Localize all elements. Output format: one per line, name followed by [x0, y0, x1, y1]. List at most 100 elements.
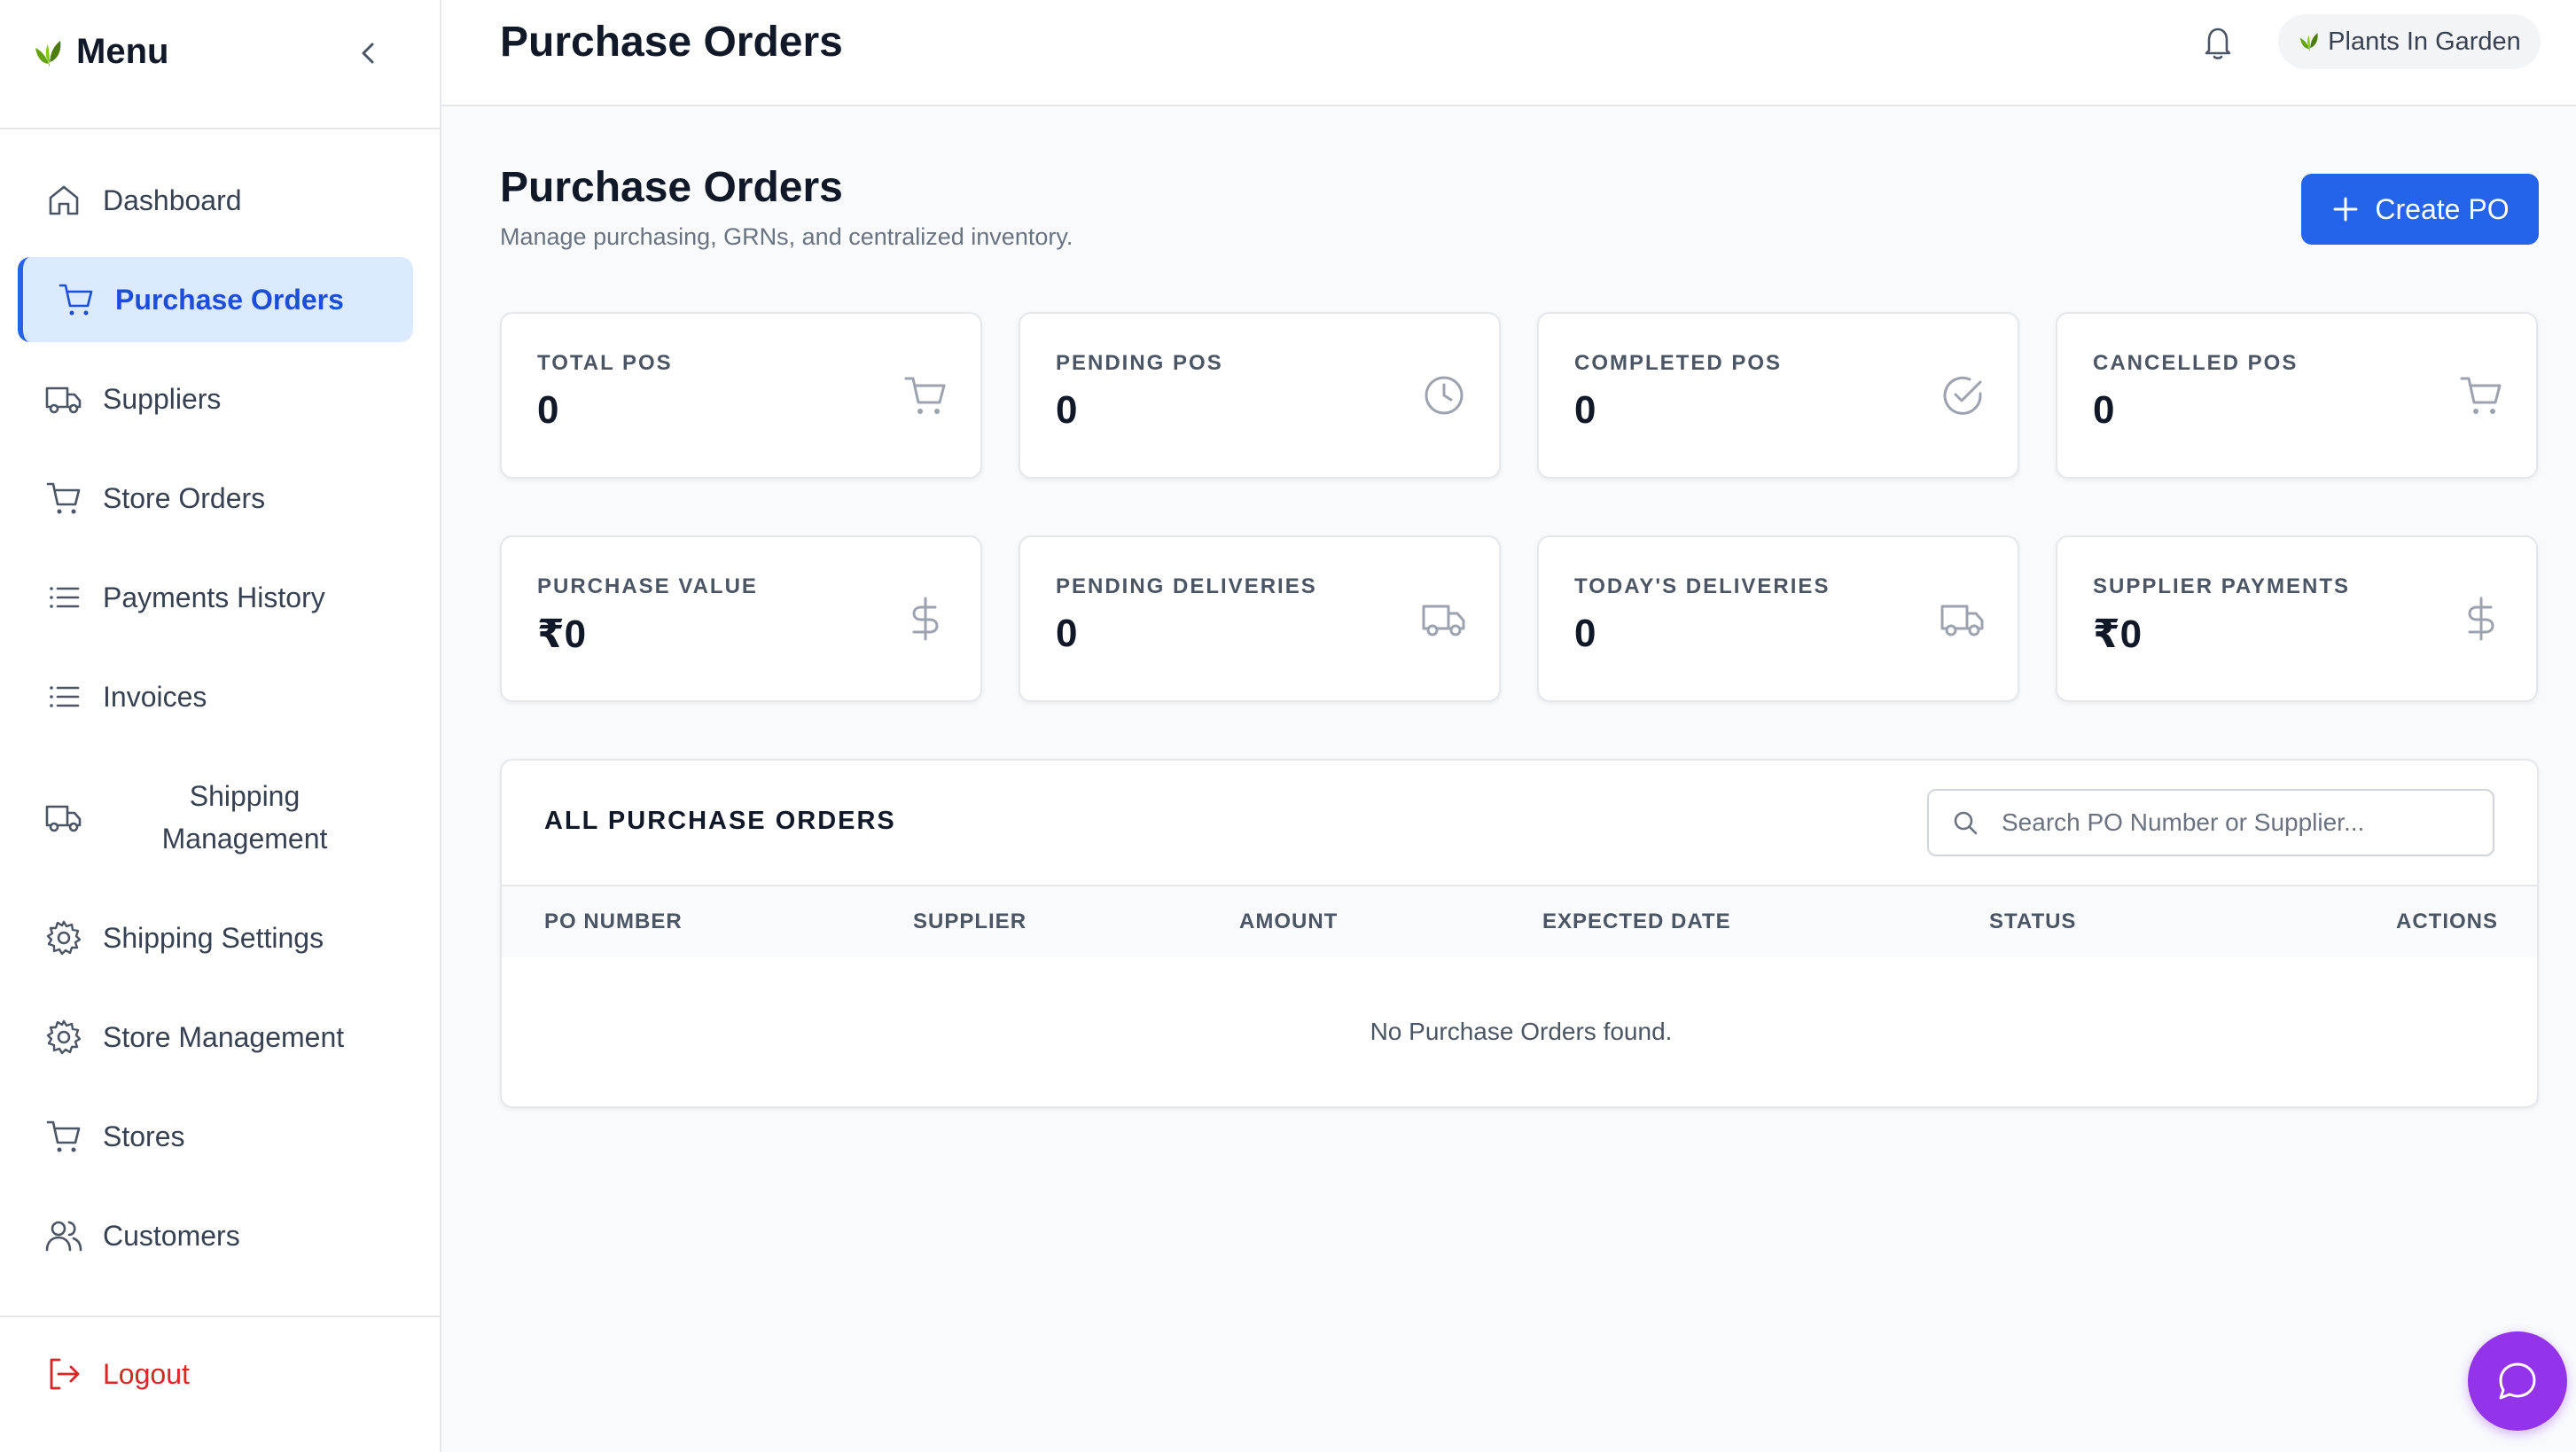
- stat-label: TOTAL POS: [537, 351, 673, 375]
- chat-button[interactable]: [2468, 1331, 2567, 1431]
- stat-card-pending-pos: PENDING POS 0: [1019, 312, 1501, 479]
- check-circle-icon: [1940, 372, 1986, 418]
- stat-value: 0: [1574, 612, 1596, 655]
- dollar-icon: [902, 596, 948, 642]
- list-icon: [44, 677, 83, 716]
- gear-icon: [44, 918, 83, 957]
- chat-bubble-icon: [2499, 1362, 2536, 1400]
- search-input[interactable]: [2002, 808, 2480, 837]
- table-title: ALL PURCHASE ORDERS: [544, 807, 896, 835]
- stat-value: ₹0: [2093, 613, 2143, 656]
- stat-value: 0: [1056, 388, 1078, 432]
- column-header-po-number: PO NUMBER: [544, 909, 683, 933]
- search-field: [1927, 789, 2494, 856]
- logout-button[interactable]: Logout: [44, 1354, 190, 1393]
- create-po-button[interactable]: Create PO: [2301, 174, 2539, 245]
- purchase-orders-table: ALL PURCHASE ORDERS PO NUMBER SUPPLIER A…: [500, 759, 2539, 1108]
- table-header: PO NUMBER SUPPLIER AMOUNT EXPECTED DATE …: [502, 885, 2537, 957]
- stat-value: 0: [1056, 612, 1078, 655]
- stat-card-pending-deliveries: PENDING DELIVERIES 0: [1019, 535, 1501, 702]
- sidebar-item-label: Payments History: [103, 581, 325, 613]
- truck-icon: [44, 379, 83, 418]
- truck-icon: [44, 798, 83, 837]
- sidebar-item-label: Invoices: [103, 680, 207, 713]
- stat-label: CANCELLED POS: [2093, 351, 2299, 375]
- sidebar-title: Menu: [76, 32, 169, 71]
- sidebar-item-stores[interactable]: Stores: [18, 1094, 413, 1179]
- sidebar-item-label: Dashboard: [103, 183, 242, 216]
- sidebar-item-store-management[interactable]: Store Management: [18, 995, 413, 1080]
- column-header-expected-date: EXPECTED DATE: [1542, 909, 1731, 933]
- sidebar-item-label: Customers: [103, 1219, 240, 1252]
- sidebar-item-label: Shipping Settings: [103, 921, 324, 954]
- cart-icon: [57, 280, 96, 319]
- chevron-left-icon[interactable]: [351, 35, 386, 71]
- sidebar-item-suppliers[interactable]: Suppliers: [18, 356, 413, 441]
- sidebar-item-customers[interactable]: Customers: [18, 1193, 413, 1278]
- cart-icon: [2458, 372, 2504, 418]
- column-header-status: STATUS: [1989, 909, 2077, 933]
- sidebar-footer: Logout: [0, 1315, 440, 1452]
- sidebar-item-dashboard[interactable]: Dashboard: [18, 158, 413, 243]
- stat-label: SUPPLIER PAYMENTS: [2093, 574, 2351, 598]
- stat-label: TODAY'S DELIVERIES: [1574, 574, 1831, 598]
- sidebar-item-label: Store Management: [103, 1020, 345, 1053]
- stat-label: PENDING DELIVERIES: [1056, 574, 1317, 598]
- sidebar-item-purchase-orders[interactable]: Purchase Orders: [18, 257, 413, 342]
- cart-icon: [902, 372, 948, 418]
- truck-icon: [1421, 596, 1467, 642]
- stat-card-total-pos: TOTAL POS 0: [500, 312, 982, 479]
- stat-label: COMPLETED POS: [1574, 351, 1783, 375]
- sidebar-item-label: Shipping Management: [161, 780, 328, 855]
- stat-card-supplier-payments: SUPPLIER PAYMENTS ₹0: [2056, 535, 2538, 702]
- sidebar-item-shipping-management[interactable]: Shipping Management: [18, 762, 413, 872]
- column-header-supplier: SUPPLIER: [913, 909, 1027, 933]
- column-header-amount: AMOUNT: [1239, 909, 1339, 933]
- search-icon: [1954, 811, 1978, 835]
- bell-icon[interactable]: [2197, 21, 2239, 64]
- sidebar-item-label: Suppliers: [103, 382, 222, 415]
- stat-value: ₹0: [537, 613, 587, 656]
- sidebar-item-payments-history[interactable]: Payments History: [18, 555, 413, 640]
- users-icon: [44, 1216, 83, 1255]
- sidebar-header: Menu: [0, 0, 440, 129]
- sidebar-item-invoices[interactable]: Invoices: [18, 654, 413, 739]
- top-bar: Purchase Orders Plants In Garden: [441, 0, 2576, 106]
- home-icon: [44, 181, 83, 220]
- stat-card-cancelled-pos: CANCELLED POS 0: [2056, 312, 2538, 479]
- logout-label: Logout: [103, 1357, 190, 1390]
- stat-value: 0: [2093, 388, 2115, 432]
- stat-value: 0: [1574, 388, 1596, 432]
- sidebar-item-store-orders[interactable]: Store Orders: [18, 456, 413, 541]
- stat-card-todays-deliveries: TODAY'S DELIVERIES 0: [1537, 535, 2019, 702]
- cart-icon: [44, 479, 83, 518]
- page-subtitle: Manage purchasing, GRNs, and centralized…: [500, 223, 1073, 250]
- sidebar: Menu Dashboard Purchase Orders Suppliers…: [0, 0, 441, 1452]
- topbar-title: Purchase Orders: [500, 19, 843, 66]
- app-root: Menu Dashboard Purchase Orders Suppliers…: [0, 0, 2576, 1452]
- sidebar-item-label: Store Orders: [103, 481, 266, 514]
- sidebar-item-label: Purchase Orders: [115, 283, 344, 316]
- store-selector[interactable]: Plants In Garden: [2278, 14, 2541, 69]
- stat-value: 0: [537, 388, 559, 432]
- clock-icon: [1421, 372, 1467, 418]
- plus-icon: [2333, 197, 2358, 222]
- truck-icon: [1940, 596, 1986, 642]
- stat-label: PENDING POS: [1056, 351, 1223, 375]
- gear-icon: [44, 1018, 83, 1057]
- leaf-logo-icon: [32, 35, 67, 71]
- store-name: Plants In Garden: [2328, 27, 2521, 56]
- stat-card-completed-pos: COMPLETED POS 0: [1537, 312, 2019, 479]
- stat-label: PURCHASE VALUE: [537, 574, 758, 598]
- empty-state-message: No Purchase Orders found.: [1370, 1018, 1673, 1045]
- cart-icon: [44, 1117, 83, 1156]
- sidebar-item-label: Stores: [103, 1120, 185, 1152]
- logout-icon: [44, 1354, 83, 1393]
- create-po-label: Create PO: [2375, 192, 2510, 225]
- dollar-icon: [2458, 596, 2504, 642]
- sidebar-item-shipping-settings[interactable]: Shipping Settings: [18, 895, 413, 980]
- page-title: Purchase Orders: [500, 164, 843, 211]
- column-header-actions: ACTIONS: [2396, 909, 2498, 933]
- leaf-icon: [2298, 29, 2322, 54]
- list-icon: [44, 578, 83, 617]
